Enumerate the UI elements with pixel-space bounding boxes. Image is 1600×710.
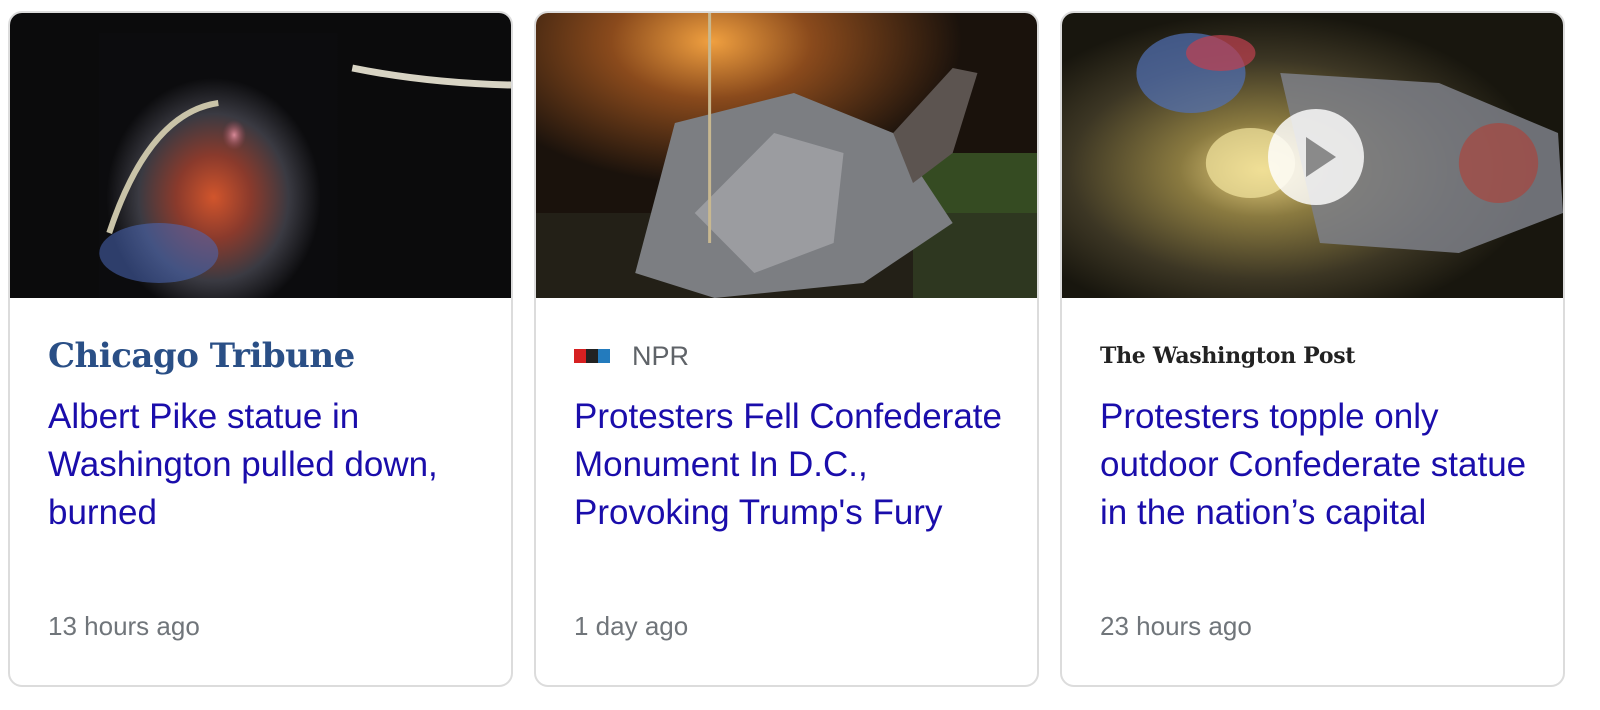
- news-card[interactable]: The Washington Post Protesters topple on…: [1060, 11, 1565, 687]
- news-headline[interactable]: Protesters topple only outdoor Confedera…: [1100, 393, 1540, 537]
- news-timestamp: 1 day ago: [574, 611, 689, 641]
- publisher-logo: NPR: [574, 333, 689, 379]
- news-headline[interactable]: Protesters Fell Confederate Monument In …: [574, 393, 1014, 537]
- news-thumbnail: [10, 13, 511, 298]
- news-thumbnail: [536, 13, 1037, 298]
- news-card[interactable]: Chicago Tribune Albert Pike statue in Wa…: [8, 11, 513, 687]
- publisher-name: Chicago Tribune: [48, 336, 355, 376]
- publisher-name: The Washington Post: [1100, 343, 1356, 369]
- news-thumbnail: [1062, 13, 1563, 298]
- news-timestamp: 13 hours ago: [48, 611, 200, 641]
- play-icon[interactable]: [1268, 109, 1364, 205]
- news-headline[interactable]: Albert Pike statue in Washington pulled …: [48, 393, 488, 537]
- news-timestamp: 23 hours ago: [1100, 611, 1252, 641]
- news-carousel: Chicago Tribune Albert Pike statue in Wa…: [0, 0, 1600, 710]
- publisher-name: NPR: [632, 340, 690, 371]
- npr-logo-icon: [574, 349, 610, 363]
- publisher-logo: Chicago Tribune: [48, 333, 355, 379]
- news-card[interactable]: NPR Protesters Fell Confederate Monument…: [534, 11, 1039, 687]
- publisher-logo: The Washington Post: [1100, 333, 1355, 379]
